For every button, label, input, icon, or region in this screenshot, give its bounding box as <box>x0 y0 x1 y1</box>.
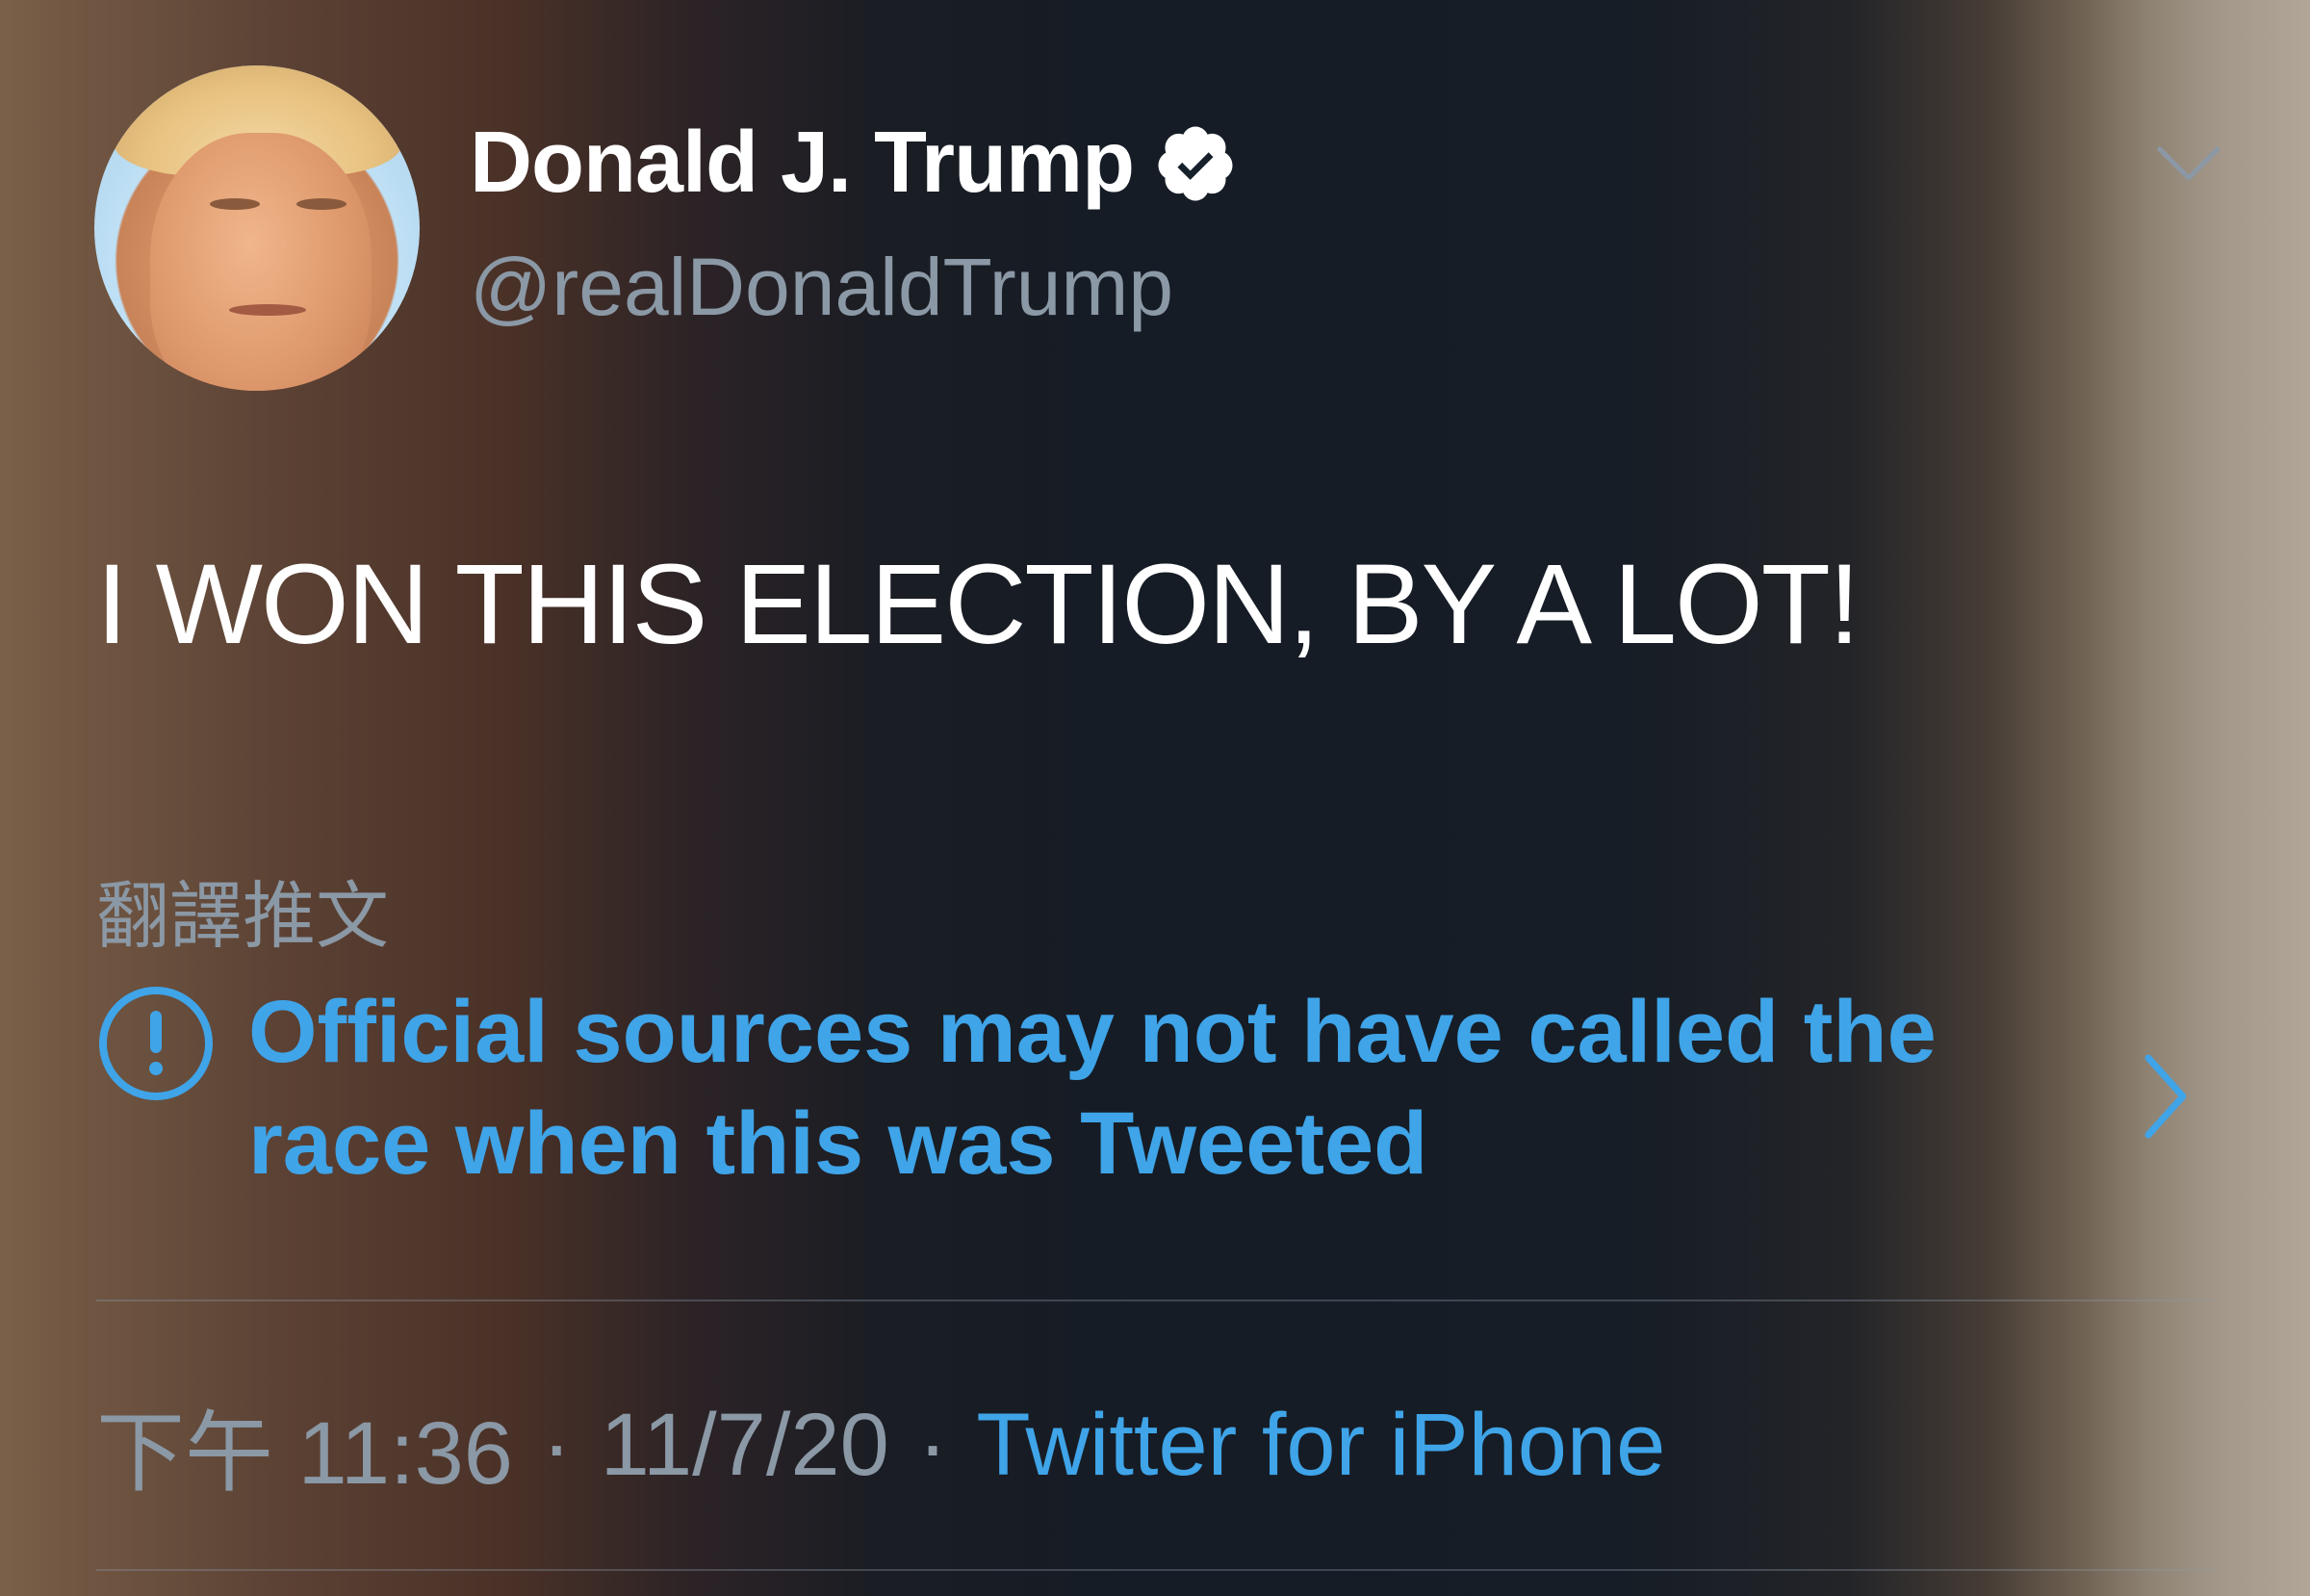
avatar-face <box>150 133 372 391</box>
author-handle[interactable]: @realDonaldTrump <box>470 241 1173 334</box>
chevron-right-icon[interactable] <box>2137 1048 2194 1145</box>
translate-tweet-link[interactable]: 翻譯推文 <box>96 857 389 963</box>
tweet-meta: 下午 11:36 · 11/7/20 · Twitter for iPhone <box>96 1381 1665 1509</box>
tweet-screen: Donald J. Trump @realDonaldTrump I WON T… <box>0 0 2310 1596</box>
meta-separator: · <box>541 1396 572 1494</box>
author-name-row[interactable]: Donald J. Trump <box>470 114 1238 213</box>
tweet-date[interactable]: 11/7/20 <box>601 1395 889 1496</box>
election-notice-text[interactable]: Official sources may not have called the… <box>248 976 2135 1199</box>
verified-badge-icon <box>1158 126 1233 200</box>
chevron-down-icon[interactable] <box>2154 140 2223 188</box>
divider-bottom <box>96 1569 2214 1571</box>
avatar-mouth <box>229 304 306 316</box>
tweet-text: I WON THIS ELECTION, BY A LOT! <box>96 541 1861 668</box>
avatar[interactable] <box>94 65 420 391</box>
tweet-source-link[interactable]: Twitter for iPhone <box>976 1395 1665 1496</box>
tweet-time: 下午 11:36 <box>96 1404 513 1503</box>
election-notice[interactable]: Official sources may not have called the… <box>96 976 2187 1199</box>
divider <box>96 1300 2214 1301</box>
exclamation-circle-icon <box>99 987 213 1100</box>
author-display-name[interactable]: Donald J. Trump <box>470 114 1135 213</box>
meta-separator: · <box>917 1396 948 1494</box>
avatar-eye-left <box>210 198 260 210</box>
avatar-eye-right <box>296 198 346 210</box>
